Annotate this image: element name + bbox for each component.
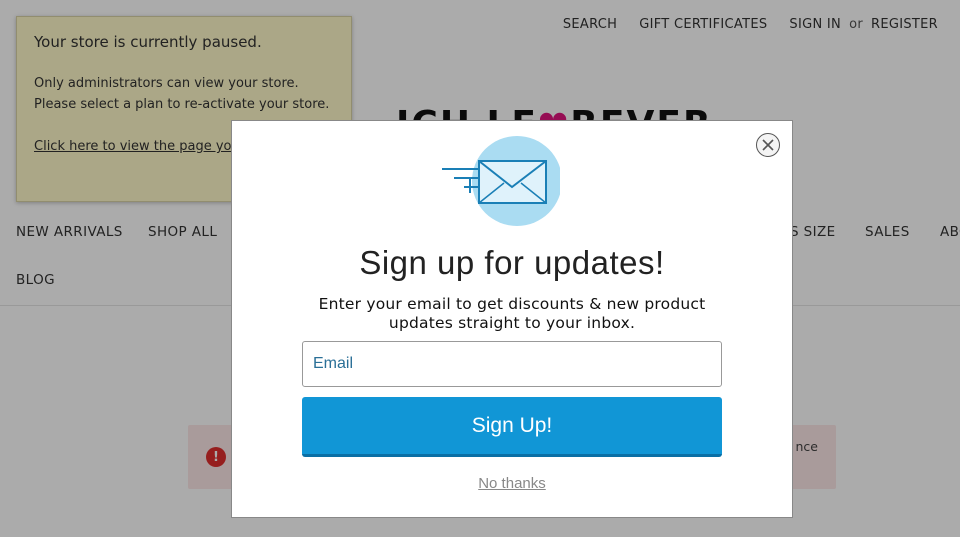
modal-subtitle: Enter your email to get discounts & new … [318,295,706,332]
no-thanks-link[interactable]: No thanks [232,475,792,492]
signup-modal: Sign up for updates! Enter your email to… [231,120,793,518]
close-button[interactable] [756,133,780,157]
signup-button[interactable]: Sign Up! [302,397,722,457]
close-icon [762,139,774,151]
envelope-icon [442,136,560,226]
email-field[interactable] [302,341,722,387]
modal-title: Sign up for updates! [359,244,665,281]
